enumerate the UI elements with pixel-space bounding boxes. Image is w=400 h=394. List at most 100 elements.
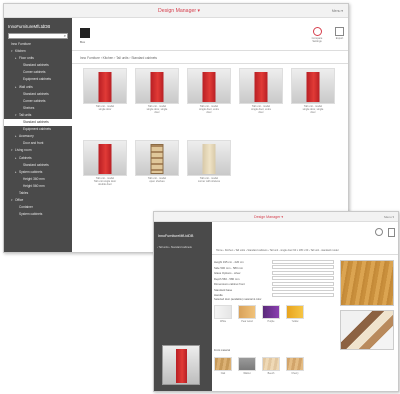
sidebar-tree-item[interactable]: Corner cabinets [4,98,72,105]
caption-line: corner with shelves [197,180,221,184]
sidebar-tree-item[interactable]: Equipment cabinets [4,76,72,83]
sidebar-tree-item[interactable]: Height 560 mm [4,183,72,190]
product-tile[interactable]: Tall unit - model Tall unit single door do… [83,140,127,188]
logo [80,28,90,38]
form-select[interactable] [272,281,334,286]
swatch-label: Yellow [291,320,299,323]
material-swatch[interactable] [286,357,304,371]
sidebar-tree-item[interactable]: Tables [4,190,72,197]
form-select[interactable] [272,259,334,264]
product-tile[interactable]: Tall unit - model single door, extra door [239,68,283,116]
category-sidebar: InnoFurnitureMfLtdDB ⌕ Inno Furniture ▾ Ki… [4,18,72,252]
product-thumbnail [83,68,127,104]
compare-settings-label: Compare Settings [311,37,323,43]
search-icon[interactable]: ⌕ [64,33,66,38]
breadcrumb-divider [72,63,348,64]
sidebar-tree-item[interactable]: ▸ Cabinets [4,155,72,162]
product-tile[interactable]: Tall unit - model single door, single door [135,68,179,116]
product-tile[interactable]: Tall unit - model open shelves [135,140,179,188]
breadcrumb[interactable]: Inno Furniture › Kitchen › Tall units › … [80,56,157,60]
sidebar-item-label: Floor units [19,56,34,61]
product-tile[interactable]: Tall unit - model corner with shelves [187,140,231,188]
sidebar-tree-item[interactable]: Shelves [4,105,72,112]
detail-sidebar: InnoFurnitureMfLtdDB ‹ Tall units › Stan… [154,222,212,391]
sidebar-tree-item[interactable]: ▾ Kitchen [4,48,72,55]
material-swatch[interactable] [286,305,304,319]
material-swatch[interactable] [238,357,256,371]
sidebar-tree-item[interactable]: Corner cabinets [4,69,72,76]
caption-line: double door [98,183,112,187]
sidebar-item-label: Wall units [19,84,33,89]
caption-line: door [154,111,160,115]
app-title-dropdown[interactable]: Design Manager ▾ [158,4,200,18]
form-select[interactable] [272,270,334,275]
product-caption: Tall unit - model single door [83,105,127,111]
sidebar-tree-item[interactable]: Equipment cabinets [4,126,72,133]
sidebar-item-label: Height 560 mm [23,183,45,188]
form-select[interactable] [272,265,334,269]
product-tile[interactable]: Tall unit - model single door, extra door [187,68,231,116]
product-caption: Tall unit - model single door, extra door [239,105,283,115]
sidebar-search-input[interactable]: ⌕ [8,33,68,39]
sidebar-tree-item[interactable]: Standard cabinets [4,62,72,69]
sidebar-tree-item[interactable]: Height 360 mm [4,176,72,183]
product-detail-window: Design Manager ▾ Menu ▾ InnoFurnitureMfL… [153,211,399,392]
sidebar-tree-item[interactable]: Inno Furniture [4,41,72,48]
form-select[interactable] [272,276,334,280]
sidebar-tree-item[interactable]: ▾ Office [4,197,72,204]
form-select[interactable] [272,287,334,291]
export-icon[interactable] [388,228,395,237]
product-tile[interactable]: Tall unit - model single door [83,68,127,116]
sidebar-tree-item[interactable]: System cabinets [4,211,72,218]
export-label: Export [335,37,344,40]
app-title-dropdown[interactable]: Design Manager ▾ [254,212,283,222]
sidebar-item-label: Kitchen [15,49,26,54]
compare-icon [312,27,322,36]
material-swatch[interactable] [214,305,232,319]
sidebar-tree-item[interactable]: Door and front [4,140,72,147]
sidebar-tree-item[interactable]: ▸ Floor units [4,55,72,62]
caption-line: door [310,111,316,115]
compare-settings-button[interactable]: Compare Settings [307,27,327,47]
form-label: Glass Options - silver [214,271,241,275]
sidebar-tree-item[interactable]: ▾ Tall units [4,112,72,119]
menu-button[interactable]: Menu ▾ [384,212,394,222]
caption-line: door [206,111,212,115]
material-swatch[interactable] [238,305,256,319]
sidebar-item-label: Tables [19,190,29,195]
sidebar-tree-item[interactable]: ▾ Living room [4,147,72,154]
form-label: Handle [214,293,223,297]
cabinet-image [98,144,112,174]
form-label: Standard base [214,287,233,292]
swatch-label: White [219,320,227,323]
title-bar: Design Manager ▾ Menu ▾ [4,4,348,18]
form-label: Side 500 mm - 580 mm [214,265,244,270]
sidebar-tree-item[interactable]: Container [4,204,72,211]
breadcrumb[interactable]: Home › Kitchen › Tall units › Standard c… [216,249,338,252]
sidebar-tree-item[interactable]: Standard cabinets [4,91,72,98]
material-swatch[interactable] [262,305,280,319]
swatch-label: Beech [267,372,275,375]
cabinet-image [254,72,268,102]
form-select[interactable] [272,292,334,297]
sidebar-tree-item[interactable]: Standard cabinets [4,162,72,169]
menu-button[interactable]: Menu ▾ [332,4,343,18]
material-swatch[interactable] [262,357,280,371]
product-preview-thumbnail[interactable] [162,345,200,385]
material-swatch[interactable] [214,357,232,371]
sidebar-tree-item[interactable]: ▸ System cabinets [4,169,72,176]
form-label: Dimensions cabinet front [214,282,245,286]
product-tile[interactable]: Tall unit - model single door, single door [291,68,335,116]
sidebar-item-label: Corner cabinets [23,98,46,103]
help-icon[interactable] [375,228,383,236]
sidebar-tree-item[interactable]: ▸ Wall units [4,84,72,91]
product-thumbnail [135,140,179,176]
sidebar-back-link[interactable]: ‹ Tall units › Standard cabinets [154,240,212,249]
sidebar-tree-item[interactable]: Standard cabinets [4,119,72,127]
product-caption: Tall unit - model single door, single door [135,105,179,115]
export-button[interactable]: Export [331,27,348,47]
cabinet-image [202,72,216,102]
product-caption: Tall unit - model corner with shelves [187,177,231,183]
product-thumbnail [291,68,335,104]
sidebar-tree-item[interactable]: ▸ Accessory [4,133,72,140]
